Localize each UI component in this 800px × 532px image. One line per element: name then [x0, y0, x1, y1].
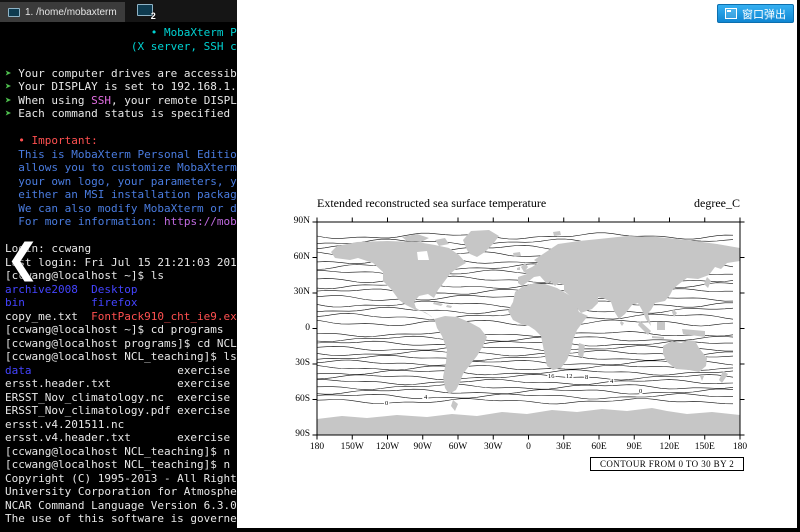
terminal-line	[5, 53, 242, 67]
y-axis-label: 30N	[276, 287, 310, 297]
svg-text:0: 0	[385, 400, 388, 407]
terminal-line: data exercise	[5, 364, 242, 378]
terminal-tab-icon	[8, 8, 20, 17]
tab-2-number: 2	[151, 11, 156, 21]
plot-window: 窗口弹出 Extended reconstructed sea surface …	[237, 0, 797, 528]
terminal-line: NCAR Command Language Version 6.3.0	[5, 499, 242, 513]
terminal-line: For more information: https://mobaxterm.…	[5, 215, 242, 229]
popup-window-icon	[725, 8, 737, 19]
x-axis-label: 180	[297, 442, 337, 452]
plot-title: Extended reconstructed sea surface tempe…	[317, 196, 546, 211]
x-axis-label: 0	[509, 442, 549, 452]
tab-2[interactable]: 2	[135, 1, 157, 21]
x-axis-label: 60E	[579, 442, 619, 452]
svg-text:4: 4	[610, 378, 614, 385]
x-axis-label: 30E	[544, 442, 584, 452]
popup-button-label: 窗口弹出	[742, 6, 786, 22]
terminal-line: ersst.header.txt exercise	[5, 377, 242, 391]
terminal-line	[5, 229, 242, 243]
terminal-line: your own logo, your parameters, your wel…	[5, 175, 242, 189]
tab-home-mobaxterm[interactable]: 1. /home/mobaxterm	[0, 2, 125, 22]
terminal-line: ➤ When using SSH, your remote DISPLAY is…	[5, 94, 242, 108]
terminal-line: ersst.v4.201511.nc	[5, 418, 242, 432]
x-axis-label: 30W	[473, 442, 513, 452]
previous-arrow[interactable]: ❮	[6, 236, 40, 282]
x-axis-label: 60W	[438, 442, 478, 452]
svg-text:4: 4	[424, 394, 428, 401]
terminal-line: ➤ Your computer drives are accessible th…	[5, 67, 242, 81]
terminal-line: • Important:	[5, 134, 242, 148]
terminal-line: [ccwang@localhost NCL_teaching]$ n	[5, 445, 242, 459]
y-axis-label: 0	[276, 323, 310, 333]
terminal-line: ersst.v4.header.txt exercise	[5, 431, 242, 445]
terminal-line: University Corporation for Atmospheric	[5, 485, 242, 499]
terminal-line: We can also modify MobaXterm or develop …	[5, 202, 242, 216]
contour-value-labels: 16 12 8 4 0 4 0	[385, 373, 642, 407]
y-axis-label: 90S	[276, 429, 310, 439]
y-axis-label: 90N	[276, 216, 310, 226]
terminal-tab-bar: 1. /home/mobaxterm 2	[0, 0, 237, 23]
x-axis-label: 180	[720, 442, 760, 452]
svg-text:8: 8	[585, 374, 588, 381]
terminal-line: • MobaXterm Personal Edition v8.6 •	[5, 26, 242, 40]
continents	[317, 230, 740, 435]
terminal-line: ➤ Your DISPLAY is set to 192.168.1.100:0…	[5, 80, 242, 94]
terminal-line: either an MSI installation package or a …	[5, 188, 242, 202]
terminal-line: [ccwang@localhost ~]$ cd programs	[5, 323, 242, 337]
terminal-line: ➤ Each command status is specified by a …	[5, 107, 242, 121]
terminal-line: [ccwang@localhost NCL_teaching]$ ls	[5, 350, 242, 364]
x-axis-label: 150W	[332, 442, 372, 452]
terminal-line: ERSST_Nov_climatology.nc exercise	[5, 391, 242, 405]
terminal-line: Copyright (C) 1995-2013 - All Rights	[5, 472, 242, 486]
terminal-line: Last login: Fri Jul 15 21:21:03 2016	[5, 256, 242, 270]
x-axis-label: 120E	[650, 442, 690, 452]
y-axis-label: 30S	[276, 358, 310, 368]
x-axis-label: 90W	[403, 442, 443, 452]
terminal-line: [ccwang@localhost ~]$ ls	[5, 269, 242, 283]
contour-info-box: CONTOUR FROM 0 TO 30 BY 2	[590, 457, 744, 471]
terminal-line: [ccwang@localhost programs]$ cd NCL_teac…	[5, 337, 242, 351]
y-axis-label: 60S	[276, 394, 310, 404]
svg-text:12: 12	[566, 373, 573, 380]
x-axis-label: 150E	[685, 442, 725, 452]
terminal-line: [ccwang@localhost NCL_teaching]$ n	[5, 458, 242, 472]
svg-text:16: 16	[548, 373, 555, 380]
popup-window-button[interactable]: 窗口弹出	[717, 4, 794, 23]
terminal-line: This is MobaXterm Personal Edition. The …	[5, 148, 242, 162]
terminal-line: allows you to customize MobaXterm for yo…	[5, 161, 242, 175]
terminal-line: The use of this software is governed	[5, 512, 242, 526]
map-canvas: 16 12 8 4 0 4 0	[310, 215, 748, 443]
tab-label: 1. /home/mobaxterm	[25, 7, 117, 18]
terminal-line: (X server, SSH client and network tools)	[5, 40, 242, 54]
sst-contour-map: 161284040 90N60N30N030S60S90S180150W120W…	[317, 222, 740, 435]
terminal-line: ERSST_Nov_climatology.pdf exercise	[5, 404, 242, 418]
svg-text:0: 0	[639, 388, 642, 395]
terminal-line	[5, 121, 242, 135]
plot-units-label: degree_C	[694, 196, 740, 211]
terminal-line: copy_me.txt FontPack910_cht_ie9.exe	[5, 310, 242, 324]
terminal-line: archive2008 Desktop	[5, 283, 242, 297]
y-axis-label: 60N	[276, 252, 310, 262]
x-axis-label: 120W	[368, 442, 408, 452]
terminal-line: bin firefox	[5, 296, 242, 310]
terminal-line: Login: ccwang	[5, 242, 242, 256]
x-axis-label: 90E	[614, 442, 654, 452]
